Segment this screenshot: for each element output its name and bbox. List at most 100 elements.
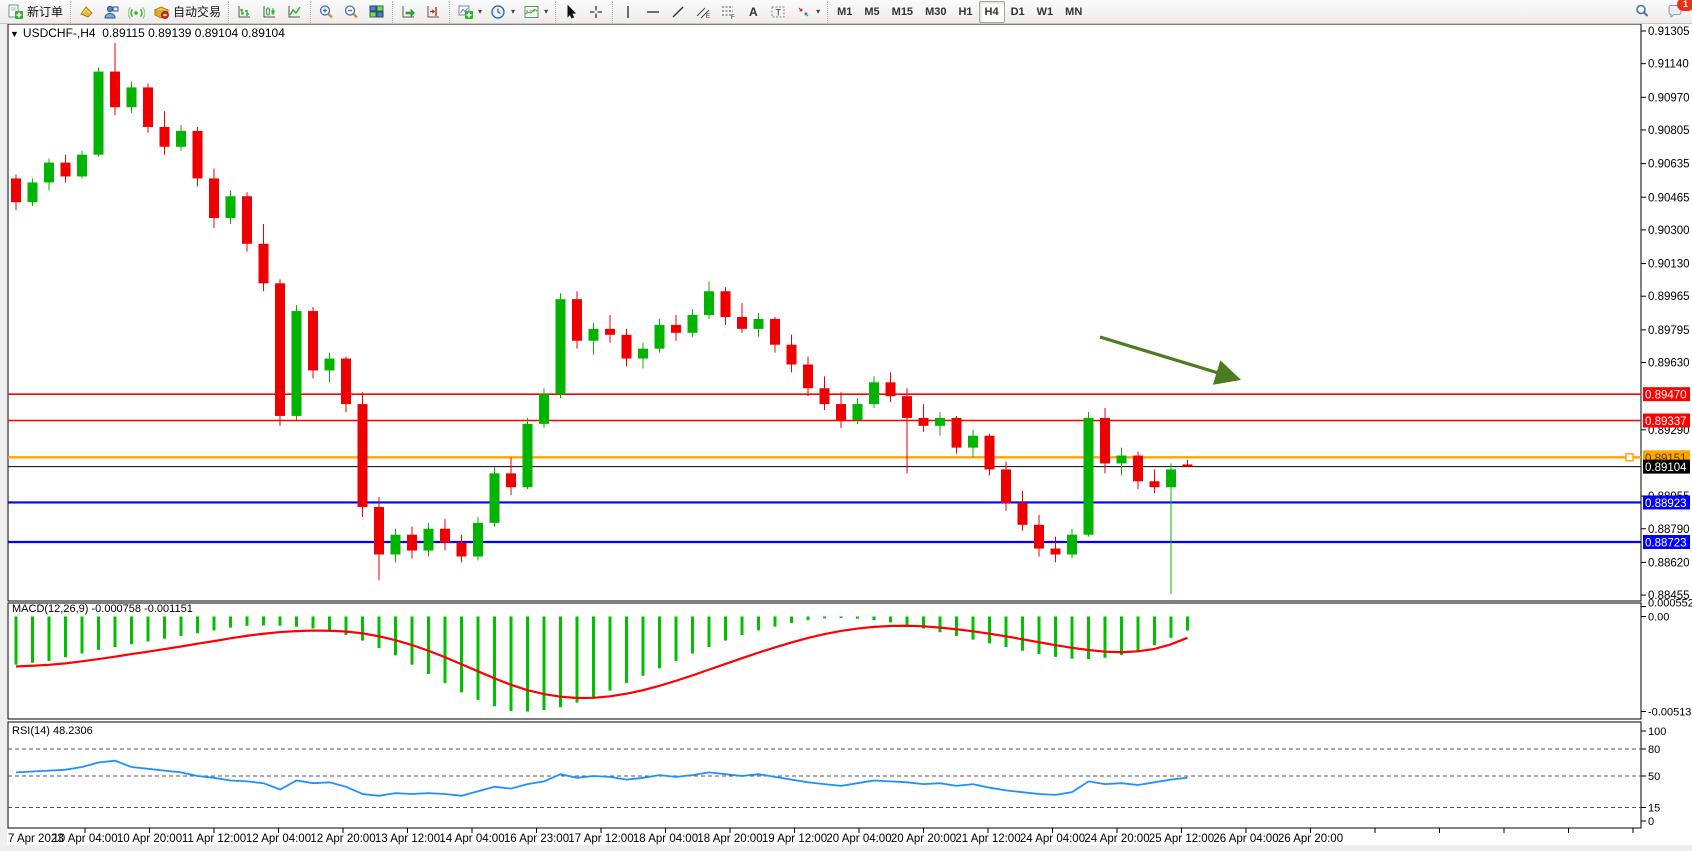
time-axis-label: 21 Apr 12:00: [955, 833, 1020, 845]
candle: [292, 311, 302, 416]
candle: [919, 418, 929, 426]
candle: [655, 325, 665, 349]
candle: [457, 543, 467, 557]
tile-windows-button[interactable]: [364, 1, 389, 23]
time-axis[interactable]: 7 Apr 202310 Apr 04:0010 Apr 20:0011 Apr…: [8, 828, 1633, 845]
timeframe-button-m15[interactable]: M15: [886, 1, 919, 23]
line-edit-handle[interactable]: [1626, 454, 1633, 461]
signal-button[interactable]: [124, 1, 149, 23]
toolbar-group-objects: EFAT ▾: [612, 1, 827, 23]
candle: [341, 359, 351, 405]
candle: [143, 87, 153, 127]
text-button[interactable]: A: [741, 1, 766, 23]
candle: [985, 436, 995, 470]
line-chart-button[interactable]: [282, 1, 307, 23]
timeframe-button-h4[interactable]: H4: [979, 1, 1005, 23]
trendline-button[interactable]: [666, 1, 691, 23]
vline-icon: [620, 4, 637, 20]
candle: [886, 382, 896, 396]
candle: [407, 535, 417, 551]
candle: [308, 311, 318, 370]
auto-trading-button[interactable]: 自动交易: [149, 1, 225, 23]
zoom-out-button[interactable]: [339, 1, 364, 23]
chart-title: ▼USDCHF-,H4 0.89115 0.89139 0.89104 0.89…: [10, 26, 285, 40]
gold-button[interactable]: [74, 1, 99, 23]
timeframe-button-h1[interactable]: H1: [952, 1, 978, 23]
new-order-button[interactable]: 新订单: [3, 1, 67, 23]
timeframe-button-d1[interactable]: D1: [1005, 1, 1031, 23]
chevron-down-icon[interactable]: ▾: [816, 7, 820, 16]
candle: [803, 364, 813, 388]
price-axis-label: 0.90970: [1648, 92, 1690, 104]
auto-scroll-button[interactable]: [396, 1, 421, 23]
candle: [704, 291, 714, 315]
candle: [28, 182, 38, 202]
price-chart-canvas[interactable]: 0.913050.911400.909700.908050.906350.904…: [0, 0, 1692, 851]
label-button[interactable]: T: [766, 1, 791, 23]
symbol-label: USDCHF-,H4: [23, 26, 96, 40]
candle: [391, 535, 401, 555]
rsi-pane[interactable]: [8, 722, 1641, 828]
price-badge-value: 0.89470: [1645, 390, 1687, 402]
zoom-in-button[interactable]: [314, 1, 339, 23]
hline-button[interactable]: [641, 1, 666, 23]
price-badge-value: 0.89104: [1645, 462, 1687, 474]
candle: [968, 436, 978, 448]
bar-chart-icon: [236, 4, 253, 20]
timeframe-button-m30[interactable]: M30: [919, 1, 952, 23]
candle: [127, 87, 137, 107]
template-button[interactable]: ▾: [519, 1, 552, 23]
chevron-down-icon[interactable]: ▾: [544, 7, 548, 16]
candle: [1018, 503, 1028, 525]
candle: [853, 404, 863, 420]
chevron-down-icon[interactable]: ▾: [478, 7, 482, 16]
bar-chart-button[interactable]: [232, 1, 257, 23]
time-axis-label: 24 Apr 20:00: [1084, 833, 1149, 845]
price-badge-value: 0.88923: [1645, 498, 1687, 510]
candle: [721, 291, 731, 317]
crosshair-button[interactable]: [584, 1, 609, 23]
time-axis-label: 12 Apr 20:00: [310, 833, 375, 845]
timeframe-button-mn[interactable]: MN: [1059, 1, 1088, 23]
timeframe-button-m1[interactable]: M1: [831, 1, 858, 23]
time-axis-label: 18 Apr 04:00: [633, 833, 698, 845]
chevron-down-icon[interactable]: ▼: [10, 29, 19, 39]
fibo-icon: F: [720, 4, 737, 20]
new-chart-button[interactable]: ▾: [453, 1, 486, 23]
candle: [902, 396, 912, 418]
candle: [506, 473, 516, 487]
gold-icon: [78, 4, 95, 20]
candle: [787, 345, 797, 365]
arrows-button[interactable]: ▾: [791, 1, 824, 23]
timeframe-button-w1[interactable]: W1: [1031, 1, 1060, 23]
chart-shift-button[interactable]: [421, 1, 446, 23]
search-button[interactable]: [1630, 0, 1655, 22]
chevron-down-icon[interactable]: ▾: [511, 7, 515, 16]
vline-button[interactable]: [616, 1, 641, 23]
period-button[interactable]: ▾: [486, 1, 519, 23]
price-axis[interactable]: 0.913050.911400.909700.908050.906350.904…: [1641, 26, 1690, 602]
chat-button[interactable]: 1: [1663, 0, 1688, 22]
candle-chart-icon: [261, 4, 278, 20]
price-axis-label: 0.88790: [1648, 524, 1690, 536]
fibo-button[interactable]: F: [716, 1, 741, 23]
main-pane[interactable]: [8, 24, 1641, 601]
price-badge-value: 0.88723: [1645, 538, 1687, 550]
channel-button[interactable]: E: [691, 1, 716, 23]
zoom-in-icon: [318, 4, 335, 20]
profile-button[interactable]: [99, 1, 124, 23]
candle: [836, 404, 846, 420]
macd-axis-label: 0.00: [1648, 612, 1669, 624]
candle: [193, 131, 203, 179]
candle: [275, 283, 285, 416]
macd-axis-label: 0.000552: [1648, 598, 1692, 610]
candle: [374, 507, 384, 555]
time-axis-label: 26 Apr 04:00: [1213, 833, 1278, 845]
candle: [1067, 535, 1077, 555]
time-axis-label: 24 Apr 04:00: [1020, 833, 1085, 845]
candle-chart-button[interactable]: [257, 1, 282, 23]
macd-pane[interactable]: [8, 603, 1641, 719]
time-axis-label: 12 Apr 04:00: [246, 833, 311, 845]
cursor-button[interactable]: [559, 1, 584, 23]
timeframe-button-m5[interactable]: M5: [858, 1, 885, 23]
